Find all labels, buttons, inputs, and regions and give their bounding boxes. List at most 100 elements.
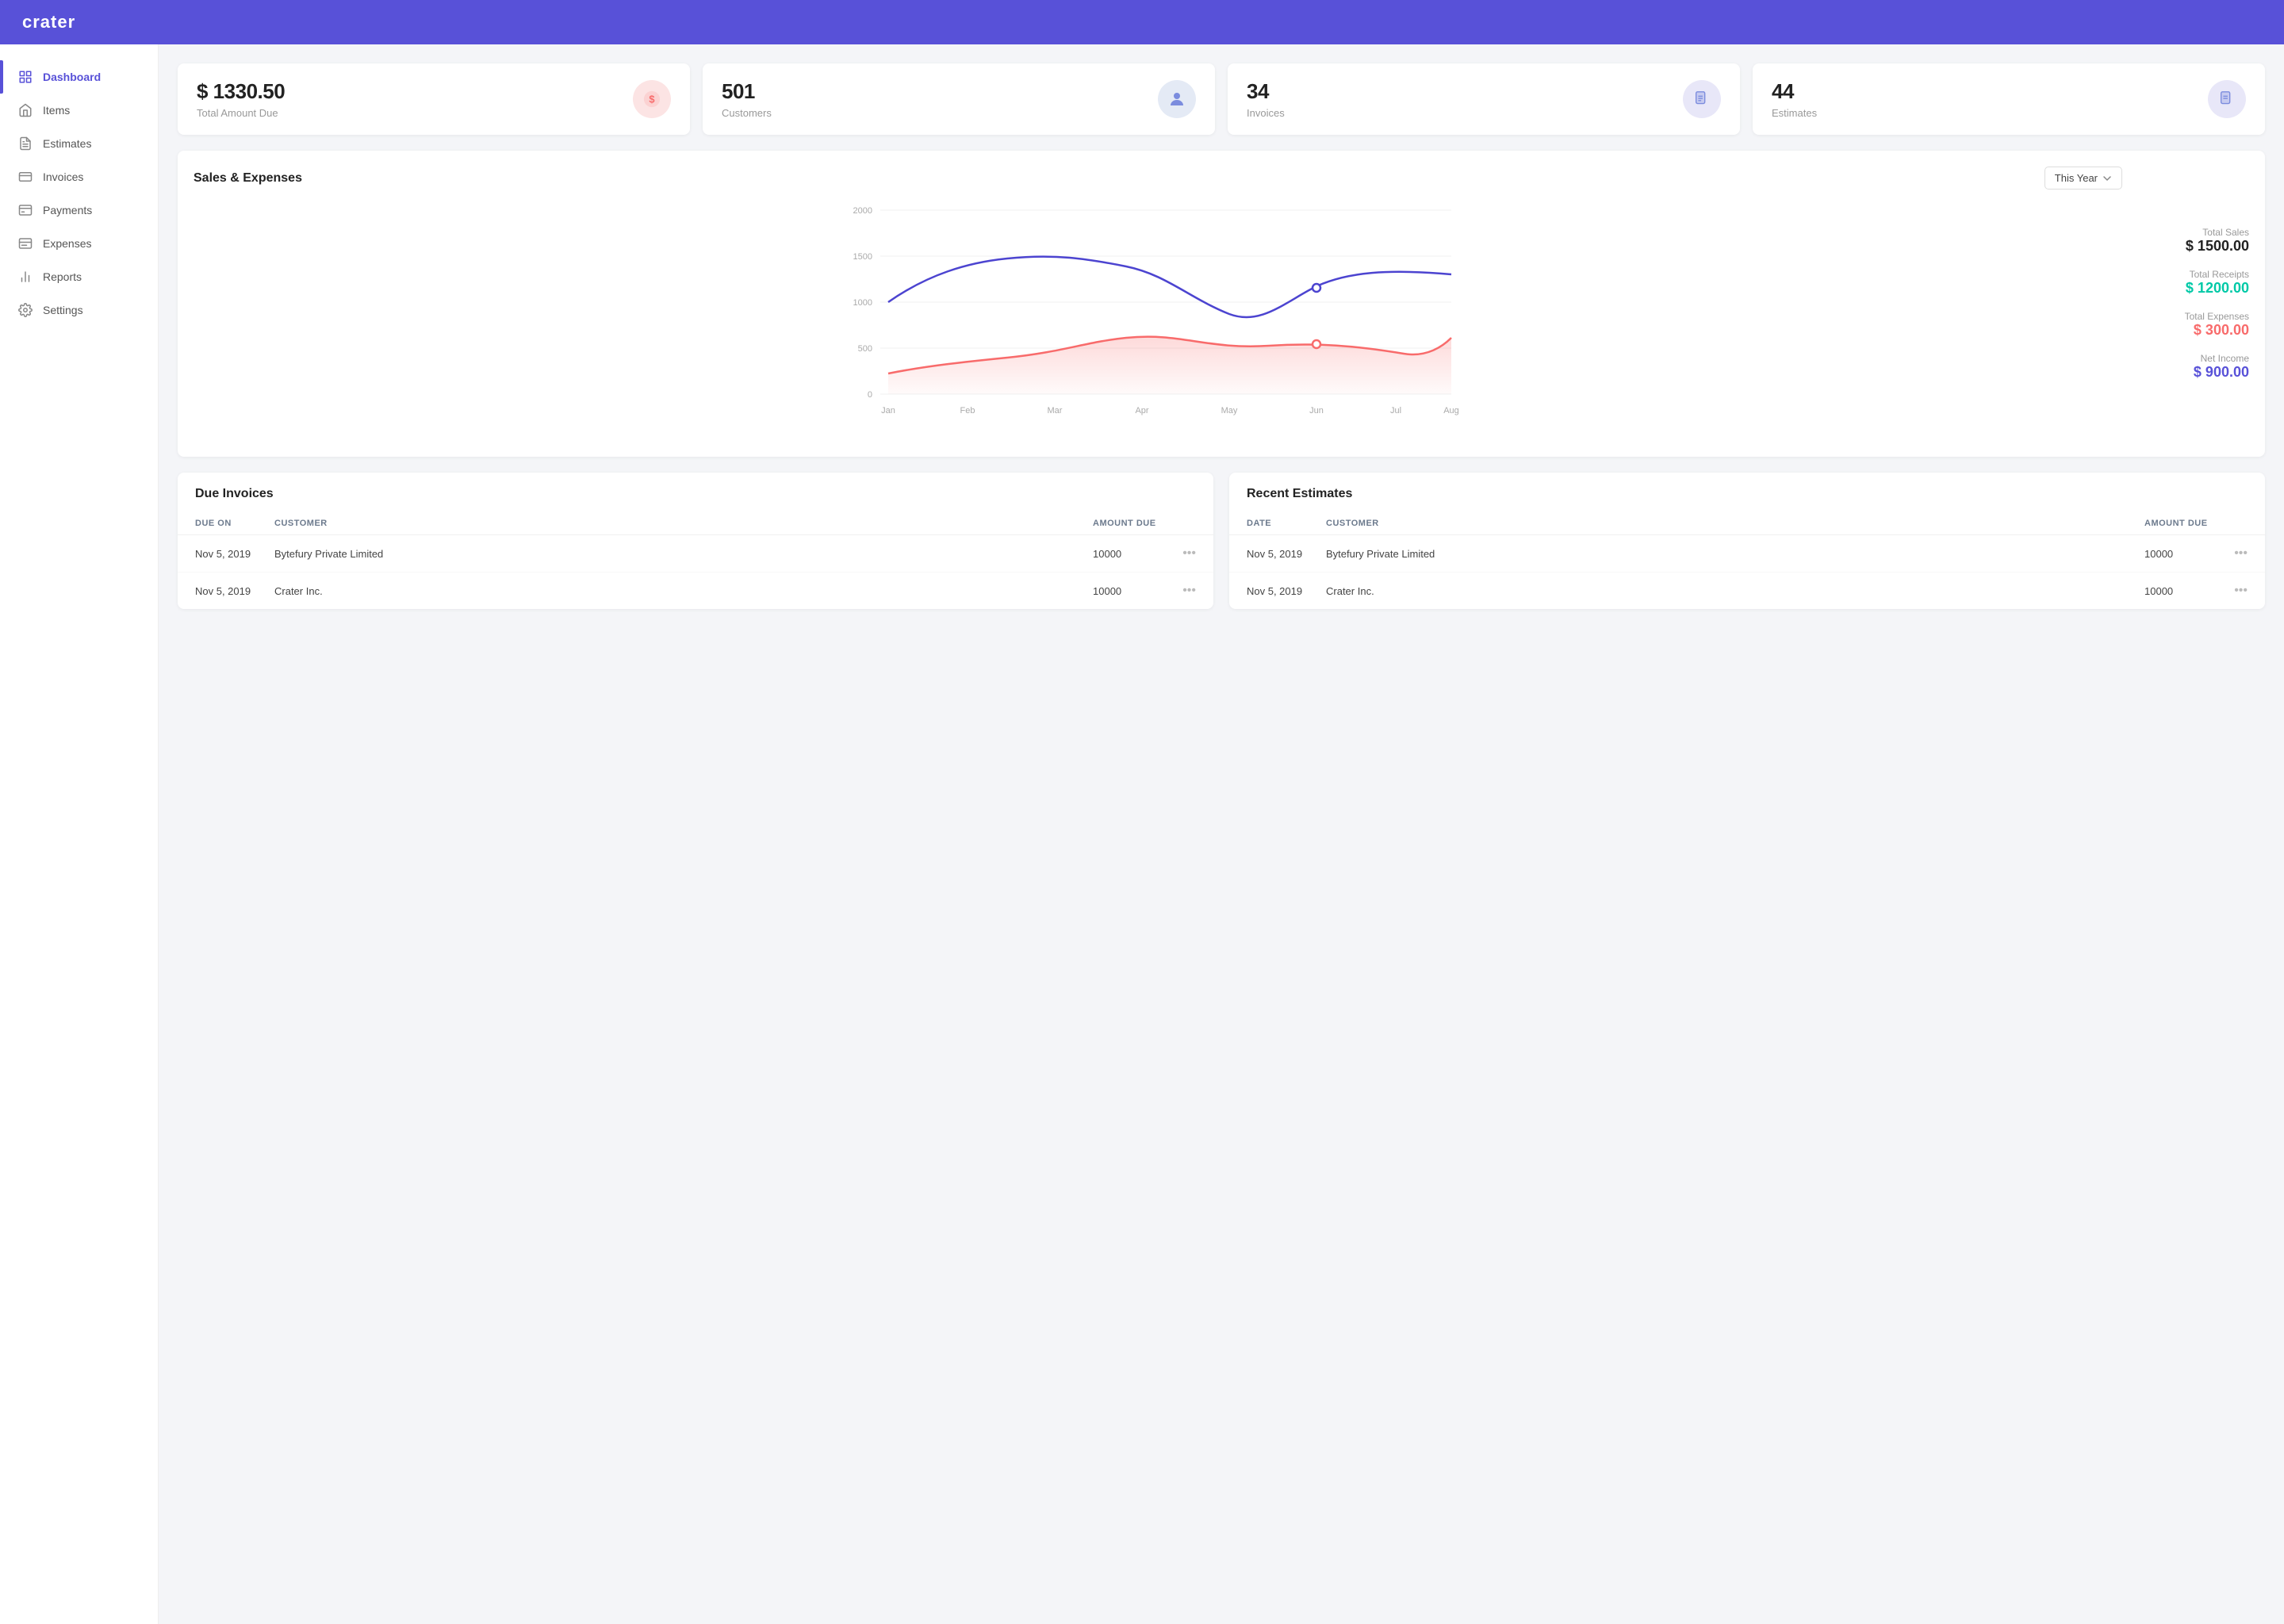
svg-text:May: May: [1221, 406, 1238, 416]
stat-card-invoices: 34 Invoices: [1228, 63, 1740, 135]
row-actions-1[interactable]: •••: [1164, 584, 1196, 598]
estimates-icon: [17, 136, 33, 151]
sidebar-item-dashboard[interactable]: Dashboard: [0, 60, 158, 94]
sidebar-label-estimates: Estimates: [43, 137, 91, 150]
user-icon: [1167, 90, 1186, 109]
chart-filter-dropdown[interactable]: This Year: [2044, 167, 2122, 190]
stat-label-estimates: Estimates: [1772, 107, 1817, 119]
due-on-0: Nov 5, 2019: [195, 548, 274, 560]
total-sales-stat: Total Sales $ 1500.00: [2146, 227, 2249, 255]
invoice-icon-bg: [1683, 80, 1721, 118]
stat-value-amount-due: $ 1330.50: [197, 79, 285, 104]
due-invoice-row-1: Nov 5, 2019 Crater Inc. 10000 •••: [178, 573, 1213, 609]
stat-info-amount-due: $ 1330.50 Total Amount Due: [197, 79, 285, 119]
chart-filter-label: This Year: [2055, 172, 2098, 184]
total-receipts-label: Total Receipts: [2146, 269, 2249, 280]
svg-text:Jun: Jun: [1309, 406, 1324, 416]
recent-estimate-row-1: Nov 5, 2019 Crater Inc. 10000 •••: [1229, 573, 2265, 609]
chevron-down-icon: [2102, 174, 2112, 183]
col-due-on: DUE ON: [195, 519, 274, 528]
app-logo: crater: [22, 12, 75, 33]
chart-section: Sales & Expenses This Year 2000 1500 1: [178, 151, 2265, 457]
expense-dot: [1313, 340, 1320, 348]
layout: Dashboard Items Estimates: [0, 44, 2284, 1624]
sidebar-item-items[interactable]: Items: [0, 94, 158, 127]
est-row-actions-0[interactable]: •••: [2216, 546, 2248, 561]
estimate-file-icon: [2218, 90, 2236, 108]
due-invoice-row-0: Nov 5, 2019 Bytefury Private Limited 100…: [178, 535, 1213, 573]
svg-text:0: 0: [868, 390, 872, 400]
est-row-actions-1[interactable]: •••: [2216, 584, 2248, 598]
net-income-value: $ 900.00: [2146, 364, 2249, 381]
chart-svg-container: 2000 1500 1000 500 0: [194, 199, 2138, 441]
total-sales-label: Total Sales: [2146, 227, 2249, 238]
col-amount-due: AMOUNT DUE: [1093, 519, 1164, 528]
dollar-sign-icon: $: [643, 90, 661, 108]
total-receipts-value: $ 1200.00: [2146, 280, 2249, 297]
stat-card-estimates: 44 Estimates: [1753, 63, 2265, 135]
amount-1: 10000: [1093, 585, 1164, 597]
stat-info-invoices: 34 Invoices: [1247, 79, 1285, 119]
svg-text:Feb: Feb: [960, 406, 975, 416]
user-icon-bg: [1158, 80, 1196, 118]
due-invoices-section: Due Invoices DUE ON CUSTOMER AMOUNT DUE …: [178, 473, 1213, 609]
sidebar-item-estimates[interactable]: Estimates: [0, 127, 158, 160]
settings-icon: [17, 302, 33, 318]
chart-title: Sales & Expenses: [194, 171, 302, 186]
stat-label-amount-due: Total Amount Due: [197, 107, 285, 119]
net-income-stat: Net Income $ 900.00: [2146, 353, 2249, 381]
due-on-1: Nov 5, 2019: [195, 585, 274, 597]
est-customer-1: Crater Inc.: [1326, 585, 2144, 597]
est-date-1: Nov 5, 2019: [1247, 585, 1326, 597]
total-expenses-stat: Total Expenses $ 300.00: [2146, 311, 2249, 339]
estimate-icon-bg: [2208, 80, 2246, 118]
sidebar-label-dashboard: Dashboard: [43, 71, 101, 83]
expenses-icon: [17, 236, 33, 251]
svg-text:Aug: Aug: [1443, 406, 1459, 416]
sales-dot: [1313, 284, 1320, 292]
svg-text:500: 500: [858, 344, 872, 354]
stat-value-customers: 501: [722, 79, 772, 104]
est-date-0: Nov 5, 2019: [1247, 548, 1326, 560]
sidebar-label-settings: Settings: [43, 304, 83, 316]
stats-row: $ 1330.50 Total Amount Due $ 501 Custome…: [178, 63, 2265, 135]
svg-text:2000: 2000: [853, 206, 872, 216]
dashboard-icon: [17, 69, 33, 85]
est-col-amount-due: AMOUNT DUE: [2144, 519, 2216, 528]
recent-estimates-section: Recent Estimates DATE CUSTOMER AMOUNT DU…: [1229, 473, 2265, 609]
sidebar-label-reports: Reports: [43, 270, 82, 283]
sidebar-item-expenses[interactable]: Expenses: [0, 227, 158, 260]
recent-estimate-row-0: Nov 5, 2019 Bytefury Private Limited 100…: [1229, 535, 2265, 573]
sidebar-label-payments: Payments: [43, 204, 92, 216]
svg-text:1500: 1500: [853, 252, 872, 262]
payments-icon: [17, 202, 33, 218]
sidebar-item-invoices[interactable]: Invoices: [0, 160, 158, 193]
chart-stats: Total Sales $ 1500.00 Total Receipts $ 1…: [2138, 167, 2265, 441]
est-col-actions: [2216, 519, 2248, 528]
col-actions: [1164, 519, 1196, 528]
est-customer-0: Bytefury Private Limited: [1326, 548, 2144, 560]
svg-text:Jan: Jan: [881, 406, 895, 416]
sidebar-item-payments[interactable]: Payments: [0, 193, 158, 227]
reports-icon: [17, 269, 33, 285]
est-col-customer: CUSTOMER: [1326, 519, 2144, 528]
sidebar-item-reports[interactable]: Reports: [0, 260, 158, 293]
svg-text:$: $: [649, 94, 654, 105]
sidebar-item-settings[interactable]: Settings: [0, 293, 158, 327]
sidebar-label-items: Items: [43, 104, 70, 117]
total-expenses-value: $ 300.00: [2146, 322, 2249, 339]
stat-info-estimates: 44 Estimates: [1772, 79, 1817, 119]
invoices-icon: [17, 169, 33, 185]
total-sales-value: $ 1500.00: [2146, 238, 2249, 255]
row-actions-0[interactable]: •••: [1164, 546, 1196, 561]
customer-0: Bytefury Private Limited: [274, 548, 1093, 560]
topbar: crater: [0, 0, 2284, 44]
stat-info-customers: 501 Customers: [722, 79, 772, 119]
svg-text:Apr: Apr: [1135, 406, 1148, 416]
col-customer: CUSTOMER: [274, 519, 1093, 528]
svg-text:Mar: Mar: [1048, 406, 1063, 416]
stat-value-invoices: 34: [1247, 79, 1285, 104]
stat-label-customers: Customers: [722, 107, 772, 119]
recent-estimates-header: DATE CUSTOMER AMOUNT DUE: [1229, 512, 2265, 535]
svg-text:Jul: Jul: [1390, 406, 1401, 416]
